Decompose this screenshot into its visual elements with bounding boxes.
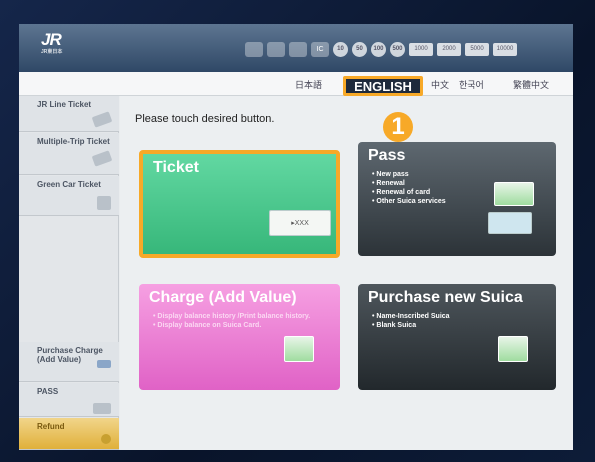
slot-icon-3 [289,41,307,57]
touch-screen: JR JR東日本 IC 10 50 100 500 1000 2000 5000 … [19,24,573,450]
ticket-title: Ticket [153,159,199,176]
step-number-badge: 1 [383,112,413,142]
list-item: New pass [372,170,556,179]
sidebar: JR Line Ticket Multiple-Trip Ticket Gree… [19,96,119,450]
refund-coin-icon [101,434,111,444]
pass-title: Pass [368,147,406,164]
ticket-sample-icon: ▸XXX [269,210,331,236]
main-panel: Please touch desired button. Ticket ▸XXX… [120,96,573,450]
sidebar-item-jr-line-ticket[interactable]: JR Line Ticket [19,96,119,132]
sidebar-item-multiple-trip-ticket[interactable]: Multiple-Trip Ticket [19,133,119,175]
lang-chinese-button[interactable]: 中文 [425,76,455,92]
list-item: Name-Inscribed Suica [372,312,556,321]
note-2000-icon: 2000 [437,42,461,56]
pass-card-icon [494,182,534,206]
sidebar-item-label: JR Line Ticket [37,100,92,109]
lang-korean-button[interactable]: 한국어 [453,76,490,92]
suica-options: Name-Inscribed Suica Blank Suica [358,306,556,330]
slot-icon-2 [267,41,285,57]
pass-ticket-icon [488,212,532,234]
ticket-button[interactable]: Ticket ▸XXX [139,150,340,258]
coin-10-icon: 10 [333,41,348,57]
purchase-suica-button[interactable]: Purchase new Suica Name-Inscribed Suica … [358,284,556,390]
ic-card-icon: IC [311,41,329,57]
note-1000-icon: 1000 [409,42,433,56]
charge-options: Display balance history /Print balance h… [139,306,340,330]
sidebar-item-refund[interactable]: Refund [19,418,119,450]
accepted-money-indicator: IC 10 50 100 500 1000 2000 5000 10000 [245,41,517,57]
suica-title: Purchase new Suica [368,289,523,306]
charge-button[interactable]: Charge (Add Value) Display balance histo… [139,284,340,390]
jr-logo: JR JR東日本 [41,30,63,55]
top-bar: JR JR東日本 IC 10 50 100 500 1000 2000 5000 … [19,24,573,72]
sidebar-item-pass[interactable]: PASS [19,383,119,417]
note-10000-icon: 10000 [493,42,517,56]
ticket-icon [91,111,113,128]
pass-button[interactable]: Pass New pass Renewal Renewal of card Ot… [358,142,556,256]
note-5000-icon: 5000 [465,42,489,56]
green-car-icon [97,196,111,210]
coin-500-icon: 500 [390,41,405,57]
sidebar-item-label: Refund [37,422,65,431]
sidebar-item-label: Purchase Charge (Add Value) [37,346,103,364]
lang-english-button[interactable]: ENGLISH [343,76,423,96]
sidebar-item-purchase-charge[interactable]: Purchase Charge (Add Value) [19,342,119,382]
instruction-text: Please touch desired button. [135,113,275,125]
charge-title: Charge (Add Value) [149,289,297,306]
ticket-icon [91,150,113,167]
pass-card-icon [93,403,111,414]
sidebar-item-label: Green Car Ticket [37,180,101,189]
lang-traditional-chinese-button[interactable]: 繁體中文 [507,76,555,92]
list-item: Display balance history /Print balance h… [153,312,340,321]
list-item: Blank Suica [372,321,556,330]
coin-100-icon: 100 [371,41,386,57]
list-item: Display balance on Suica Card. [153,321,340,330]
sidebar-item-label: Multiple-Trip Ticket [37,137,110,146]
language-bar: 日本語 ENGLISH 中文 한국어 繁體中文 [19,72,573,96]
coin-50-icon: 50 [352,41,367,57]
sidebar-item-label: PASS [37,387,59,396]
ic-icon [97,360,111,368]
lang-japanese-button[interactable]: 日本語 [289,76,328,92]
slot-icon-1 [245,41,263,57]
sidebar-item-green-car-ticket[interactable]: Green Car Ticket [19,176,119,216]
suica-card-icon [284,336,314,362]
suica-card-icon [498,336,528,362]
